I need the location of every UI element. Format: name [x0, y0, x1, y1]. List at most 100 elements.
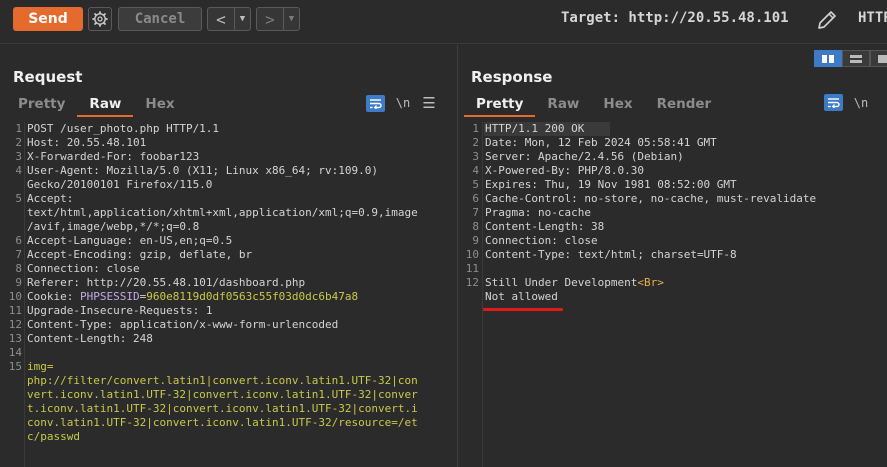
- tab-render[interactable]: Render: [645, 91, 724, 117]
- code-line: Cache-Control: no-store, no-cache, must-…: [485, 192, 816, 206]
- gear-icon: [92, 11, 108, 27]
- code-line: Accept:: [27, 192, 73, 206]
- tab-raw[interactable]: Raw: [535, 91, 591, 117]
- layout-toggle: [814, 50, 887, 67]
- code-line: Date: Mon, 12 Feb 2024 05:58:41 GMT: [485, 136, 717, 150]
- target-label: Target: http://20.55.48.101: [561, 10, 789, 26]
- gutter-divider: [482, 122, 483, 467]
- code-line: Server: Apache/2.4.56 (Debian): [485, 150, 684, 164]
- word-wrap-icon[interactable]: [824, 94, 843, 111]
- code-line: POST /user_photo.php HTTP/1.1: [27, 122, 219, 136]
- code-line: t.iconv.latin1.UTF-32|convert.iconv.lati…: [27, 402, 418, 416]
- line-number: 14: [8, 346, 22, 359]
- code-line: Upgrade-Insecure-Requests: 1: [27, 304, 212, 318]
- colon: :: [93, 164, 100, 177]
- body-param: img=: [27, 360, 54, 373]
- header-name: Host: [27, 136, 54, 149]
- line-number: 3: [15, 150, 22, 163]
- header-name: Pragma: [485, 206, 525, 219]
- line-number: 8: [15, 262, 22, 275]
- pencil-icon[interactable]: [815, 8, 839, 32]
- code-line: Gecko/20100101 Firefox/115.0: [27, 178, 212, 192]
- line-text: HTTP/1.1 200 OK: [485, 122, 585, 135]
- header-name: Content-Length: [485, 220, 578, 233]
- code-line: HTTP/1.1 200 OK: [485, 122, 584, 136]
- tab-hex[interactable]: Hex: [133, 91, 186, 117]
- tab-pretty[interactable]: Pretty: [464, 91, 536, 117]
- header-name: Cookie: [27, 290, 67, 303]
- chevron-left-icon[interactable]: <: [208, 8, 234, 30]
- http-version-label[interactable]: HTTP: [858, 10, 887, 26]
- request-title: Request: [13, 68, 83, 86]
- header-value: Thu, 19 Nov 1981 08:52:00 GMT: [537, 178, 737, 191]
- line-number: 2: [472, 136, 479, 149]
- layout-stacked-icon[interactable]: [842, 50, 870, 67]
- chevron-right-icon[interactable]: >: [257, 8, 283, 30]
- header-name: Connection: [27, 262, 94, 275]
- line-number: 10: [465, 248, 479, 261]
- response-editor-tools: \n: [824, 94, 869, 111]
- red-underline-annotation: [483, 308, 563, 311]
- line-number: 4: [15, 164, 22, 177]
- code-line: X-Forwarded-For: foobar123: [27, 150, 199, 164]
- tab-hex[interactable]: Hex: [591, 91, 644, 117]
- line-number: 8: [472, 220, 479, 233]
- body-param-value: t.iconv.latin1.UTF-32|convert.iconv.lati…: [27, 402, 418, 415]
- header-value: text/html; charset=UTF-8: [571, 248, 737, 261]
- forward-navigation: > ▼: [256, 7, 300, 31]
- cookie-name: PHPSESSID: [80, 290, 140, 303]
- cookie-value: 960e8119d0df0563c55f03d0dc6b47a8: [146, 290, 359, 303]
- header-value: Mozilla/5.0 (X11; Linux x86_64; rv:109.0…: [99, 164, 379, 177]
- colon: :: [126, 248, 133, 261]
- line-number: 13: [8, 332, 22, 345]
- colon: :: [126, 234, 133, 247]
- layout-tabs-icon[interactable]: [870, 50, 887, 67]
- forward-history-dropdown-icon[interactable]: ▼: [283, 8, 299, 30]
- header-name: X-Forwarded-For: [27, 150, 127, 163]
- line-number: 11: [465, 262, 479, 275]
- code-line: X-Powered-By: PHP/8.0.30: [485, 164, 644, 178]
- cancel-button[interactable]: Cancel: [118, 7, 202, 31]
- code-line: Connection: close: [485, 234, 598, 248]
- header-value: PHP/8.0.30: [571, 164, 644, 177]
- header-value: application/x-www-form-urlencoded: [113, 318, 339, 331]
- line-number: 12: [465, 276, 479, 289]
- tab-raw[interactable]: Raw: [77, 91, 134, 117]
- newline-toggle[interactable]: \n: [395, 96, 411, 110]
- header-value: 20.55.48.101: [60, 136, 147, 149]
- layout-side-by-side-icon[interactable]: [814, 50, 842, 67]
- line-number: 9: [15, 276, 22, 289]
- header-name: Connection: [485, 234, 552, 247]
- header-value: 248: [126, 332, 153, 345]
- settings-button[interactable]: [88, 7, 112, 31]
- response-editor[interactable]: 1 HTTP/1.1 200 OK 2 Date: Mon, 12 Feb 2024 …: [459, 122, 887, 467]
- body-param-value: php://filter/convert.latin1|convert.icon…: [27, 374, 418, 387]
- back-history-dropdown-icon[interactable]: ▼: [234, 8, 250, 30]
- code-line: Not allowed: [485, 290, 558, 304]
- code-line: php://filter/convert.latin1|convert.icon…: [27, 374, 418, 388]
- code-line: text/html,application/xhtml+xml,applicat…: [27, 206, 418, 220]
- toolbar: Send Cancel < ▼ > ▼ Target: http://20.55…: [0, 0, 887, 44]
- colon: :: [531, 178, 538, 191]
- send-button[interactable]: Send: [13, 7, 83, 31]
- colon: :: [571, 192, 578, 205]
- line-number: 6: [472, 192, 479, 205]
- word-wrap-icon[interactable]: [366, 94, 385, 112]
- header-value: Apache/2.4.56 (Debian): [531, 150, 684, 163]
- code-line: Accept-Encoding: gzip, deflate, br: [27, 248, 252, 262]
- header-value: no-store, no-cache, must-revalidate: [577, 192, 817, 205]
- code-line: /avif,image/webp,*/*;q=0.8: [27, 220, 199, 234]
- response-pane: Response Pretty Raw Hex Render \n 1 HTTP/…: [459, 45, 887, 467]
- code-line: Still Under Development<Br>: [485, 276, 664, 290]
- header-name: Accept: [27, 192, 67, 205]
- line-number: 1: [15, 122, 22, 135]
- colon: :: [66, 192, 74, 205]
- request-editor[interactable]: 1 POST /user_photo.php HTTP/1.1 2 Host: 20.…: [0, 122, 457, 467]
- line-text: text/html,application/xhtml+xml,applicat…: [27, 206, 418, 219]
- newline-toggle[interactable]: \n: [853, 96, 869, 110]
- code-line: Accept-Language: en-US,en;q=0.5: [27, 234, 232, 248]
- menu-icon[interactable]: ☰: [421, 94, 437, 112]
- back-navigation: < ▼: [207, 7, 251, 31]
- tab-pretty[interactable]: Pretty: [6, 91, 77, 117]
- header-name: Date: [485, 136, 512, 149]
